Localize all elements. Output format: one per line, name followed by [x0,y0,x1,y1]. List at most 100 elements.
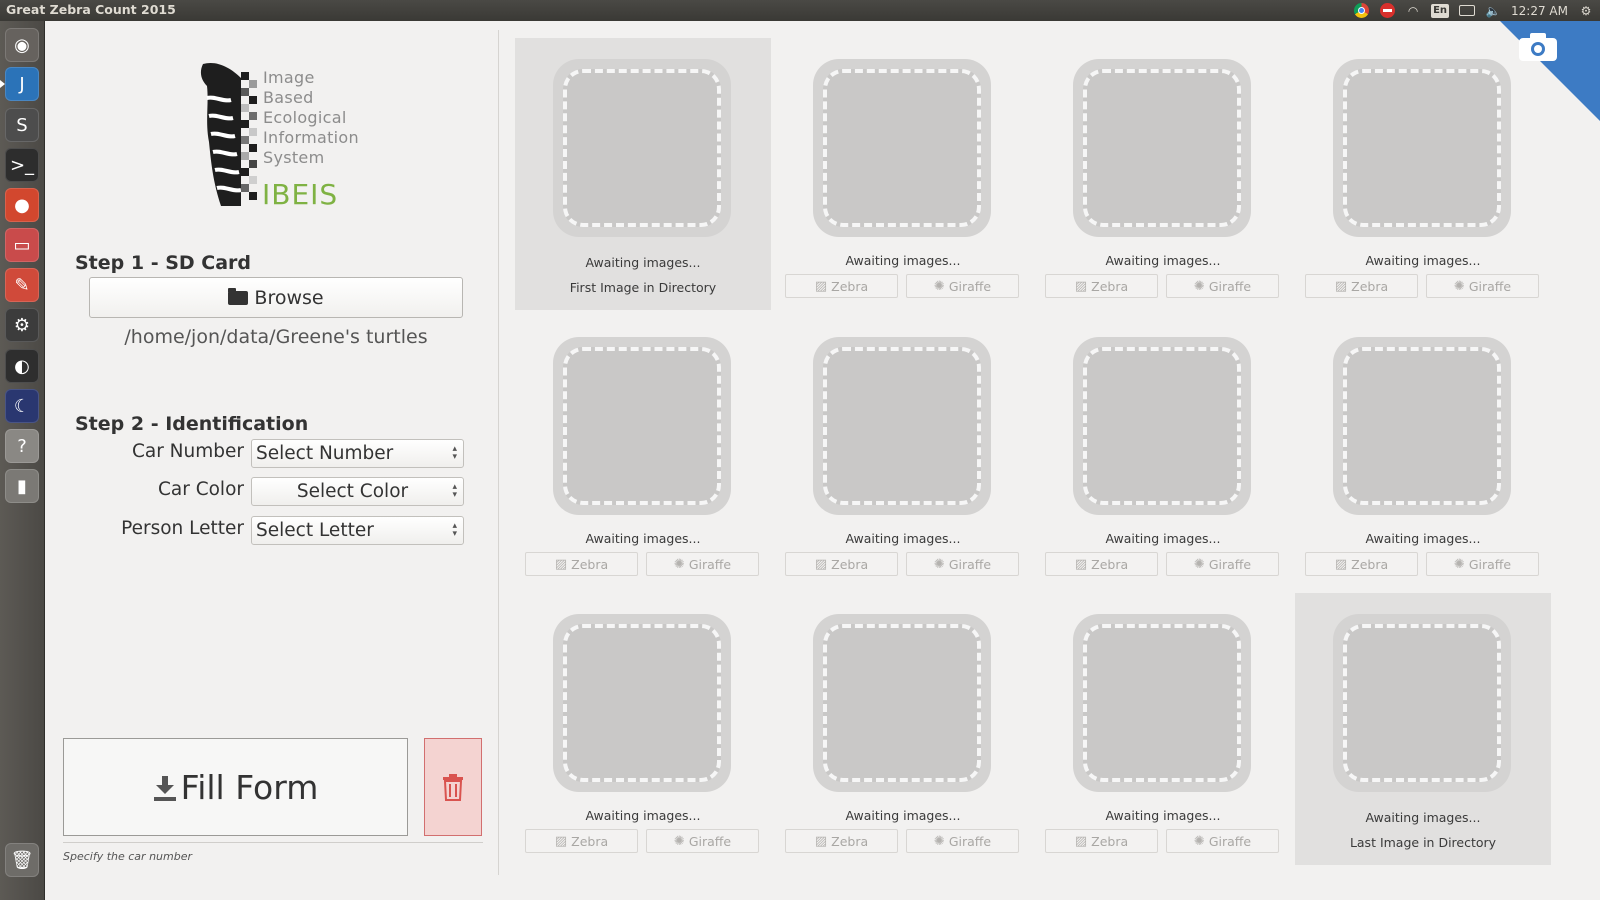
files-icon[interactable]: ▭ [5,228,39,262]
giraffe-button[interactable]: ✺ Giraffe [1166,552,1279,576]
clock[interactable]: 12:27 AM [1511,4,1568,18]
dashed-frame [823,624,981,782]
image-placeholder [553,59,731,237]
car-number-select[interactable]: Select Number ▴ ▾ [251,439,464,468]
dash-icon[interactable]: ◉ [5,28,39,62]
image-placeholder [813,59,991,237]
person-letter-select[interactable]: Select Letter ▴ ▾ [251,516,464,545]
system-settings-icon[interactable]: ✎ [5,268,39,302]
zebra-label: Zebra [1351,278,1389,294]
camera-icon[interactable] [1519,33,1557,61]
selected-directory-path: /home/jon/data/Greene's turtles [124,326,428,348]
giraffe-button[interactable]: ✺ Giraffe [646,552,759,576]
zebra-icon: ▨ [1074,278,1088,294]
zebra-button[interactable]: ▨ Zebra [1305,274,1418,298]
image-slot[interactable]: Awaiting images... First Image in Directo… [515,38,771,310]
battery-icon[interactable] [1459,3,1476,19]
zebra-label: Zebra [1091,833,1129,849]
giraffe-button[interactable]: ✺ Giraffe [906,274,1019,298]
wifi-icon[interactable]: ◠ [1405,3,1421,19]
giraffe-button[interactable]: ✺ Giraffe [1166,274,1279,298]
browse-label: Browse [254,286,324,309]
zebra-button[interactable]: ▨ Zebra [1045,274,1158,298]
awaiting-text: Awaiting images... [845,531,961,546]
awaiting-text: Awaiting images... [1365,531,1481,546]
zebra-button[interactable]: ▨ Zebra [785,552,898,576]
image-placeholder [553,614,731,792]
select-arrows-icon: ▴ ▾ [452,444,457,462]
car-color-select[interactable]: Select Color ▴ ▾ [251,477,464,506]
giraffe-icon: ✺ [1453,556,1465,572]
help-icon[interactable]: ? [5,429,39,463]
zebra-label: Zebra [831,556,869,572]
stellarium-icon[interactable]: ☾ [5,389,39,423]
fill-form-button[interactable]: Fill Form [63,738,408,836]
giraffe-label: Giraffe [1468,278,1512,294]
dashed-frame [1343,347,1501,505]
image-slot[interactable]: Awaiting images... ▨ Zebra ✺ Giraffe [515,593,771,865]
image-placeholder [1073,59,1251,237]
giraffe-button[interactable]: ✺ Giraffe [906,829,1019,853]
image-slot[interactable]: Awaiting images... Last Image in Director… [1295,593,1551,865]
image-slot[interactable]: Awaiting images... ▨ Zebra ✺ Giraffe [775,593,1031,865]
zebra-icon: ▨ [554,556,568,572]
image-slot[interactable]: Awaiting images... ▨ Zebra ✺ Giraffe [515,316,771,588]
image-placeholder [1333,59,1511,237]
awaiting-text: Awaiting images... [585,531,701,546]
zebra-button[interactable]: ▨ Zebra [785,829,898,853]
chrome-icon[interactable]: ● [5,188,39,222]
giraffe-icon: ✺ [1193,278,1205,294]
image-slot[interactable]: Awaiting images... ▨ Zebra ✺ Giraffe [1295,316,1551,588]
stop-sign-icon[interactable] [1379,3,1395,19]
terminal-icon[interactable]: >_ [5,148,39,182]
image-slot[interactable]: Awaiting images... ▨ Zebra ✺ Giraffe [1035,316,1291,588]
awaiting-text: Awaiting images... [845,808,961,823]
pycharm-icon[interactable]: J [0,67,39,101]
zebra-button[interactable]: ▨ Zebra [1305,552,1418,576]
image-slot[interactable]: Awaiting images... ▨ Zebra ✺ Giraffe [775,316,1031,588]
keyboard-language-indicator[interactable]: En [1431,3,1450,18]
zebra-button[interactable]: ▨ Zebra [1045,552,1158,576]
giraffe-button[interactable]: ✺ Giraffe [646,829,759,853]
awaiting-text: Awaiting images... [845,253,961,268]
zebra-button[interactable]: ▨ Zebra [525,552,638,576]
download-icon [153,776,176,801]
image-slot[interactable]: Awaiting images... ▨ Zebra ✺ Giraffe [1035,38,1291,310]
dashed-frame [1343,69,1501,227]
ibeis-app-icon[interactable]: ◐ [5,349,39,383]
logo-line-image: Image [263,68,315,87]
select-arrows-icon: ▴ ▾ [452,521,457,539]
clear-button[interactable] [424,738,482,836]
giraffe-button[interactable]: ✺ Giraffe [906,552,1019,576]
steam-icon[interactable]: ⚙ [5,308,39,342]
giraffe-icon: ✺ [673,833,685,849]
volume-icon[interactable]: 🔈 [1485,3,1501,19]
trash-icon [443,774,463,801]
dashed-frame [1083,624,1241,782]
zebra-button[interactable]: ▨ Zebra [525,829,638,853]
image-placeholder [1073,337,1251,515]
image-slot[interactable]: Awaiting images... ▨ Zebra ✺ Giraffe [1035,593,1291,865]
giraffe-icon: ✺ [1193,556,1205,572]
logo-line-based: Based [263,88,314,107]
chrome-tray-icon[interactable] [1353,3,1369,19]
image-slot[interactable]: Awaiting images... ▨ Zebra ✺ Giraffe [775,38,1031,310]
zebra-button[interactable]: ▨ Zebra [785,274,898,298]
giraffe-label: Giraffe [948,556,992,572]
giraffe-button[interactable]: ✺ Giraffe [1166,829,1279,853]
image-placeholder [1333,614,1511,792]
giraffe-button[interactable]: ✺ Giraffe [1426,552,1539,576]
usb-drive-icon[interactable]: ▮ [5,469,39,503]
fill-form-label: Fill Form [180,767,319,807]
giraffe-button[interactable]: ✺ Giraffe [1426,274,1539,298]
browse-button[interactable]: Browse [89,277,463,318]
zebra-button[interactable]: ▨ Zebra [1045,829,1158,853]
sublime-text-icon[interactable]: S [5,108,39,142]
giraffe-label: Giraffe [948,278,992,294]
trash-bin-icon[interactable]: 🗑 [5,843,39,877]
gear-icon[interactable]: ⚙ [1578,3,1594,19]
giraffe-label: Giraffe [1208,278,1252,294]
person-letter-label: Person Letter [121,518,244,539]
awaiting-text: Awaiting images... [1105,531,1221,546]
giraffe-icon: ✺ [933,556,945,572]
